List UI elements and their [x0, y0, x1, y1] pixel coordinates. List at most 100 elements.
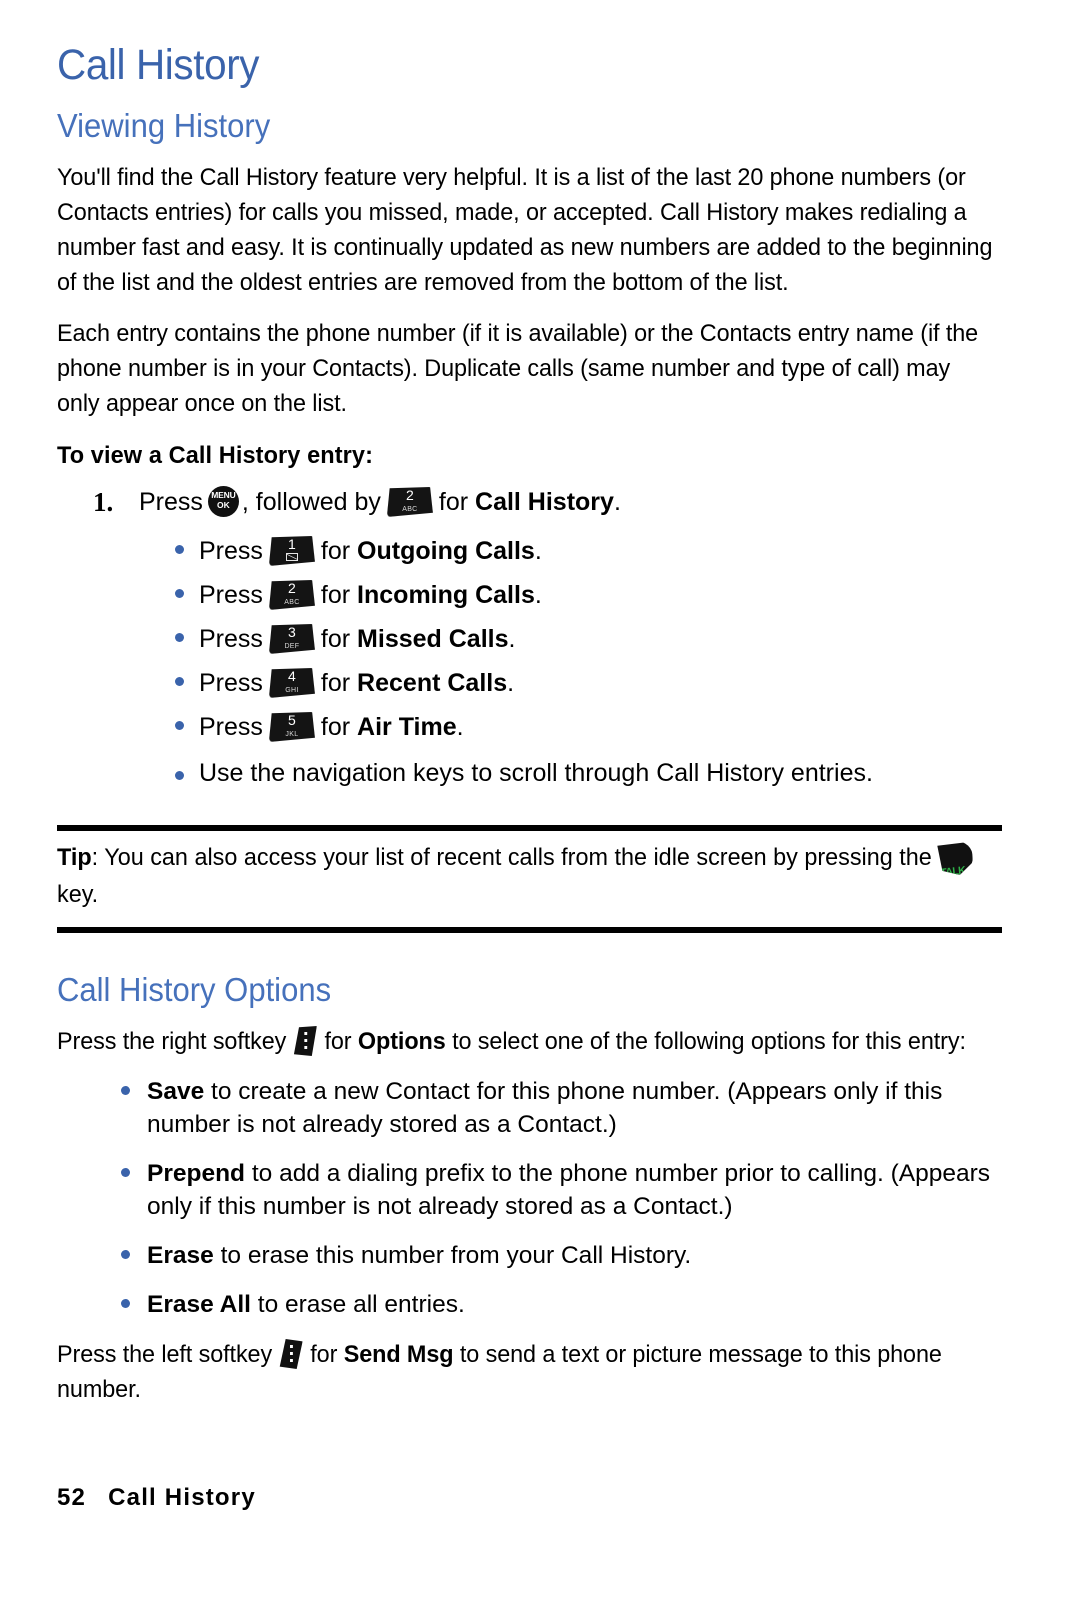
options-intro-paragraph: Press the right softkey for Options to se…	[57, 1024, 996, 1059]
key-2-icon[interactable]: 2 ABC	[268, 580, 315, 610]
key-5-number: 5	[288, 712, 296, 728]
for-label: for	[320, 581, 351, 609]
target-label: Outgoing Calls	[357, 537, 535, 565]
target-label: Air Time	[357, 713, 457, 741]
tip-rule-bottom	[57, 927, 1002, 933]
key-4-letters: GHI	[285, 687, 299, 694]
key-1-icon[interactable]: 1	[268, 536, 315, 566]
talk-key-label: TALK	[939, 864, 966, 875]
key-3-letters: DEF	[284, 643, 300, 650]
key-2-number: 2	[288, 580, 296, 596]
key-shortcut-list: Press 1 for Outgoing Calls. Press 2 ABC for I…	[159, 529, 1002, 791]
tip-box: Tip: You can also access your list of re…	[57, 825, 1002, 933]
press-label: Press	[199, 537, 263, 565]
list-item-erase: Erase to erase this number from your Cal…	[105, 1239, 1002, 1272]
option-term: Erase	[147, 1242, 214, 1269]
for-label: for	[320, 537, 351, 565]
key-1-number: 1	[288, 536, 296, 552]
bullet-icon	[175, 589, 184, 598]
page-title: Call History	[57, 41, 260, 89]
list-item-air-time: Press 5 JKL for Air Time.	[159, 705, 1002, 749]
navigation-text: Use the navigation keys to scroll throug…	[199, 759, 873, 787]
option-text: to erase this number from your Call Hist…	[220, 1242, 692, 1269]
tip-label: Tip	[57, 844, 92, 871]
key-2-letters: ABC	[284, 599, 300, 606]
target-label: Missed Calls	[357, 625, 509, 653]
step-number: 1.	[93, 487, 114, 517]
option-term: Prepend	[147, 1160, 246, 1187]
key-3-icon[interactable]: 3 DEF	[268, 624, 315, 654]
options-list: Save to create a new Contact for this ph…	[105, 1075, 1002, 1321]
option-term: Erase All	[147, 1291, 251, 1318]
section-heading-viewing-history: Viewing History	[57, 107, 271, 144]
talk-key-icon[interactable]: TALK	[937, 841, 973, 875]
list-item-incoming-calls: Press 2 ABC for Incoming Calls.	[159, 573, 1002, 617]
bullet-icon	[175, 545, 184, 554]
subhead-to-view-entry: To view a Call History entry:	[57, 442, 374, 469]
tip-text: Tip: You can also access your list of re…	[57, 831, 996, 913]
list-item-missed-calls: Press 3 DEF for Missed Calls.	[159, 617, 1002, 661]
options-outro-mid: for	[310, 1341, 338, 1368]
key-5-letters: JKL	[285, 731, 299, 738]
press-label: Press	[199, 625, 263, 653]
step-1: 1. Press MENU OK, followed by 2 ABC for Call H…	[57, 481, 1002, 523]
for-label: for	[320, 713, 351, 741]
intro-paragraph-1: You'll find the Call History feature ver…	[57, 164, 993, 296]
press-label: Press	[199, 713, 263, 741]
for-label: for	[320, 669, 351, 697]
bullet-icon	[121, 1250, 130, 1259]
bullet-icon	[121, 1086, 130, 1095]
key-2-number: 2	[405, 487, 414, 503]
footer-page-number: 52	[57, 1484, 87, 1511]
options-intro-bold: Options	[357, 1028, 446, 1055]
key-5-icon[interactable]: 5 JKL	[268, 712, 315, 742]
list-item-erase-all: Erase All to erase all entries.	[105, 1288, 1002, 1321]
right-softkey-icon[interactable]	[293, 1026, 317, 1056]
intro-paragraph-2: Each entry contains the phone number (if…	[57, 320, 979, 417]
tip-tail: key.	[57, 881, 99, 908]
bullet-icon	[121, 1168, 130, 1177]
bullet-icon	[175, 677, 184, 686]
manual-page: Call History Viewing History You'll find…	[0, 0, 1080, 1622]
bullet-icon	[175, 721, 184, 730]
steps-list: 1. Press MENU OK, followed by 2 ABC for Call H…	[57, 481, 1002, 523]
step-for-label: for	[438, 488, 469, 516]
softkey-dots-icon	[289, 1345, 293, 1363]
list-item-prepend: Prepend to add a dialing prefix to the p…	[105, 1157, 1002, 1223]
target-label: Recent Calls	[357, 669, 508, 697]
press-label: Press	[199, 669, 263, 697]
list-item-recent-calls: Press 4 GHI for Recent Calls.	[159, 661, 1002, 705]
options-outro-pre: Press the left softkey	[57, 1341, 273, 1368]
option-text: to add a dialing prefix to the phone num…	[147, 1160, 991, 1220]
menu-key-bottom-label: OK	[217, 500, 230, 510]
options-intro-pre: Press the right softkey	[57, 1028, 287, 1055]
step-followed-by-label: , followed by	[241, 488, 381, 516]
options-intro-mid: for	[324, 1028, 352, 1055]
step-target-label: Call History	[475, 488, 614, 516]
footer-chapter-name: Call History	[108, 1484, 256, 1511]
options-outro-paragraph: Press the left softkey for Send Msg to se…	[57, 1337, 996, 1407]
key-2-letters: ABC	[402, 506, 418, 513]
options-intro-post: to select one of the following options f…	[452, 1028, 966, 1055]
key-4-number: 4	[288, 668, 296, 684]
for-label: for	[320, 625, 351, 653]
step-period: .	[613, 488, 621, 516]
menu-key-top-label: MENU	[211, 490, 236, 500]
key-2-icon[interactable]: 2 ABC	[386, 487, 433, 517]
bullet-icon	[175, 633, 184, 642]
target-label: Incoming Calls	[357, 581, 535, 609]
menu-ok-key-icon[interactable]: MENU OK	[207, 486, 239, 517]
list-item-save: Save to create a new Contact for this ph…	[105, 1075, 1002, 1141]
options-outro-bold: Send Msg	[343, 1341, 454, 1368]
option-text: to erase all entries.	[257, 1291, 465, 1318]
page-footer: 52 Call History	[57, 1484, 256, 1512]
press-label: Press	[199, 581, 263, 609]
key-3-number: 3	[288, 624, 296, 640]
left-softkey-icon[interactable]	[279, 1339, 303, 1369]
softkey-dots-icon	[303, 1032, 307, 1050]
bullet-icon	[121, 1299, 130, 1308]
envelope-icon	[285, 553, 298, 561]
list-item-outgoing-calls: Press 1 for Outgoing Calls.	[159, 529, 1002, 573]
list-item-navigation-keys: Use the navigation keys to scroll throug…	[159, 755, 1002, 791]
key-4-icon[interactable]: 4 GHI	[268, 668, 315, 698]
